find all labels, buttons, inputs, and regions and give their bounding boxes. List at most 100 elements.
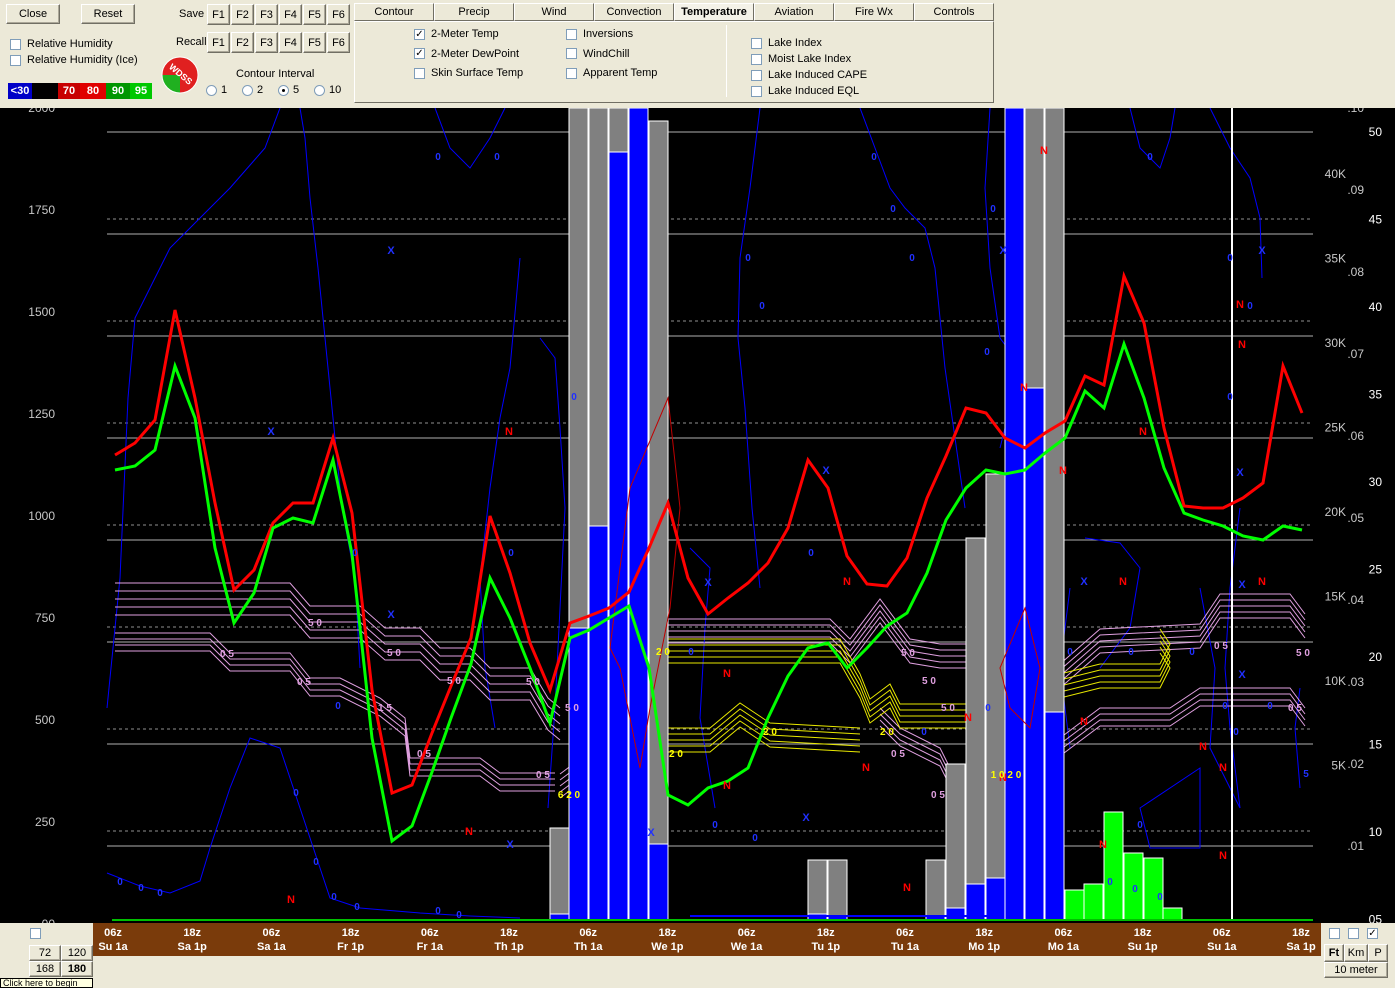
option-checkbox[interactable]: ✓: [414, 28, 425, 40]
timeline-bar: 06z Su 1a 18z Sa 1p 06z Sa 1a 18z Fr 1p 06z Fr 1a…: [93, 923, 1321, 956]
reset-button[interactable]: Reset: [81, 4, 135, 24]
radio-dot[interactable]: [206, 84, 217, 96]
rh-contours: [106, 108, 1301, 919]
range-120-button[interactable]: 120: [61, 945, 93, 961]
grid-lines: [107, 131, 1313, 847]
recall-f3-button[interactable]: F3: [255, 32, 278, 53]
option-lake-induced-eql[interactable]: Lake Induced EQL: [751, 85, 859, 97]
tab-fire-wx[interactable]: Fire Wx: [834, 3, 914, 21]
option-apparent-temp[interactable]: Apparent Temp: [566, 67, 657, 79]
radio-dot[interactable]: [278, 84, 289, 96]
option-checkbox[interactable]: [751, 37, 762, 49]
rh-contour-label: 0: [984, 347, 990, 358]
option-checkbox[interactable]: ✓: [414, 48, 425, 59]
rh-contour: [1209, 108, 1263, 279]
precip-axis-label: .01: [1347, 839, 1364, 853]
marker-n: N: [723, 668, 731, 680]
save-f4-button[interactable]: F4: [279, 4, 302, 25]
option-label: Inversions: [583, 28, 634, 40]
recall-f1-button[interactable]: F1: [207, 32, 230, 53]
option-lake-induced-cape[interactable]: Lake Induced CAPE: [751, 69, 867, 81]
rh-checkbox-box[interactable]: [10, 38, 21, 50]
rh-contour-label: 0: [117, 877, 123, 888]
option-checkbox[interactable]: [751, 69, 762, 81]
height-axis-label: 30K: [1325, 336, 1346, 350]
rh-contour-label: 0: [435, 906, 441, 917]
recall-f4-button[interactable]: F4: [279, 32, 302, 53]
range-180-button[interactable]: 180: [61, 961, 93, 977]
option-2-meter-temp[interactable]: ✓ 2-Meter Temp: [414, 28, 499, 40]
recall-f5-button[interactable]: F5: [303, 32, 326, 53]
contour-radio-2[interactable]: 2: [242, 84, 263, 96]
radio-label: 2: [257, 84, 264, 96]
marker-x: X: [387, 245, 395, 257]
rh-ice-checkbox[interactable]: Relative Humidity (Ice): [10, 54, 138, 66]
right-checkbox-2[interactable]: [1348, 928, 1359, 939]
option-checkbox[interactable]: [751, 85, 762, 97]
range-168-button[interactable]: 168: [29, 961, 61, 977]
option-checkbox[interactable]: [566, 48, 577, 59]
save-f1-button[interactable]: F1: [207, 4, 230, 25]
option-checkbox[interactable]: [414, 67, 425, 79]
option-2-meter-dewpoint[interactable]: ✓ 2-Meter DewPoint: [414, 48, 519, 60]
unit-km-button[interactable]: Km: [1344, 944, 1368, 962]
radio-dot[interactable]: [242, 84, 253, 96]
tab-precip[interactable]: Precip: [434, 3, 514, 21]
rh-contour-label: 0: [571, 392, 577, 403]
recall-f6-button[interactable]: F6: [327, 32, 350, 53]
right-checkbox-1[interactable]: [1329, 928, 1340, 939]
height-10m-button[interactable]: 10 meter: [1324, 962, 1388, 978]
rh-ice-checkbox-box[interactable]: [10, 54, 21, 66]
timeline-day: Fr 1a: [416, 941, 443, 953]
save-f2-button[interactable]: F2: [231, 4, 254, 25]
tab-wind[interactable]: Wind: [514, 3, 594, 21]
tab-aviation[interactable]: Aviation: [754, 3, 834, 21]
unit-p-button[interactable]: P: [1368, 944, 1388, 962]
tab-convection[interactable]: Convection: [594, 3, 674, 21]
left-axis-label: 1250: [28, 407, 55, 421]
rh-contour-label: 0: [1137, 820, 1143, 831]
left-axis-label: 1000: [28, 509, 55, 523]
height-axis-label: 20K: [1325, 505, 1346, 519]
marker-n: N: [1020, 382, 1028, 394]
unit-ft-button[interactable]: Ft: [1324, 944, 1344, 962]
save-f5-button[interactable]: F5: [303, 4, 326, 25]
contour-radio-5[interactable]: 5: [278, 84, 299, 96]
bottom-left-checkbox[interactable]: [30, 928, 41, 939]
marker-n: N: [1236, 299, 1244, 311]
option-checkbox[interactable]: [751, 53, 762, 65]
tab-controls[interactable]: Controls: [914, 3, 994, 21]
option-moist-lake-index[interactable]: Moist Lake Index: [751, 53, 851, 65]
precip-bar: [1162, 907, 1183, 921]
option-windchill[interactable]: WindChill: [566, 48, 629, 60]
tab-temperature[interactable]: Temperature: [674, 3, 754, 21]
timeline-hour: 06z: [1212, 927, 1231, 939]
option-checkbox[interactable]: [566, 28, 577, 40]
contour-radio-1[interactable]: 1: [206, 84, 227, 96]
meteogram-plot[interactable]: 2000175015001250100075050025000.10.09.08…: [0, 108, 1395, 923]
contour-radio-10[interactable]: 10: [314, 84, 341, 96]
freezing-contour-label: 2 0: [880, 727, 894, 738]
temperature-contour: [115, 650, 555, 792]
range-72-button[interactable]: 72: [29, 945, 61, 961]
radio-dot[interactable]: [314, 84, 325, 96]
save-f3-button[interactable]: F3: [255, 4, 278, 25]
timeline-tick: 06z Tu 1a: [865, 926, 945, 954]
option-label: Skin Surface Temp: [431, 67, 524, 79]
option-lake-index[interactable]: Lake Index: [751, 37, 822, 49]
height-axis-label: 10K: [1325, 674, 1346, 688]
rh-checkbox[interactable]: Relative Humidity: [10, 38, 113, 50]
option-skin-surface-temp[interactable]: Skin Surface Temp: [414, 67, 523, 79]
tab-contour[interactable]: Contour: [354, 3, 434, 21]
marker-n: N: [1119, 576, 1127, 588]
left-axis-label: 500: [35, 713, 55, 727]
rh-contour-label: 0: [890, 204, 896, 215]
option-inversions[interactable]: Inversions: [566, 28, 633, 40]
recall-f2-button[interactable]: F2: [231, 32, 254, 53]
save-f6-button[interactable]: F6: [327, 4, 350, 25]
temp-contour-label: 0 5: [417, 749, 431, 760]
close-button[interactable]: Close: [6, 4, 60, 24]
right-checkbox-3[interactable]: ✓: [1367, 928, 1378, 939]
timeline-hour: 18z: [183, 927, 202, 939]
option-checkbox[interactable]: [566, 67, 577, 79]
